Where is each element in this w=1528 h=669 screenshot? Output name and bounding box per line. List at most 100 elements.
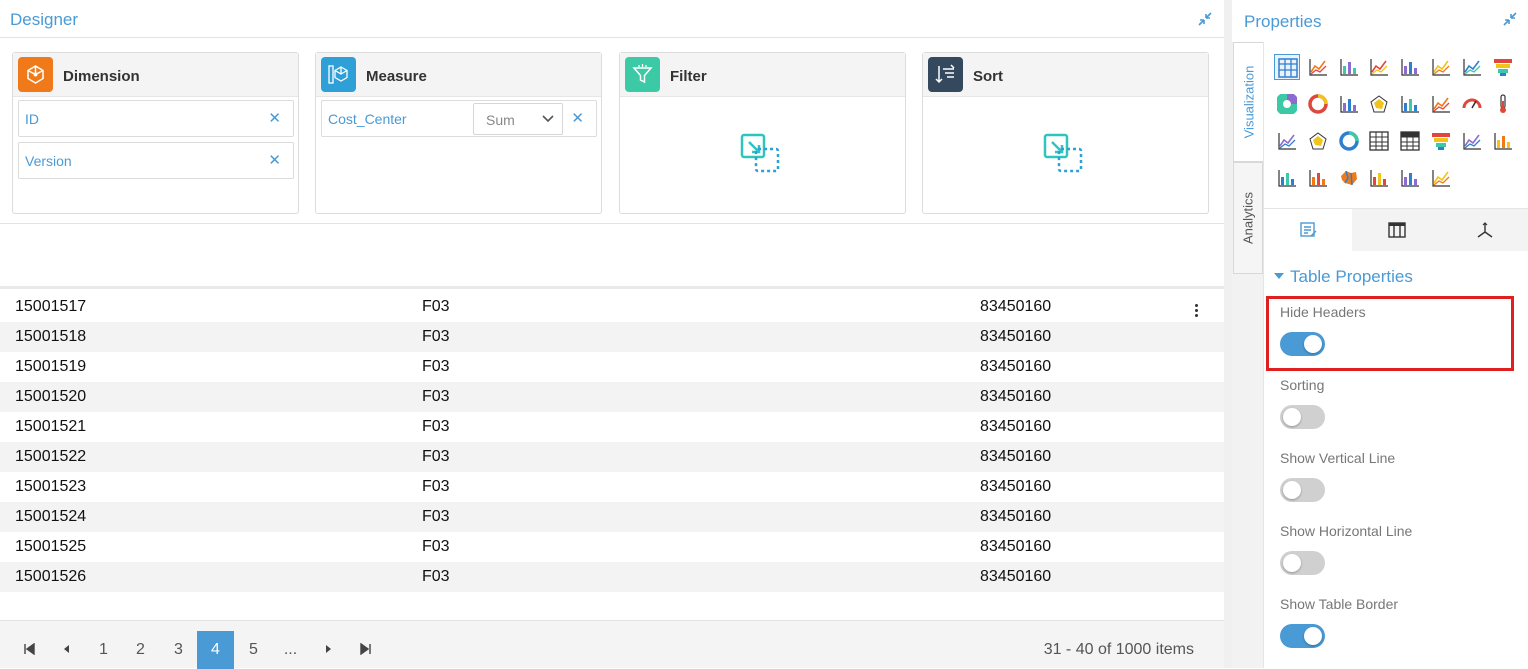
tab-column-properties[interactable] — [1352, 209, 1440, 252]
line-small-chart-icon[interactable] — [1274, 128, 1300, 154]
toggle-switch[interactable] — [1280, 405, 1325, 429]
page-2[interactable]: 2 — [122, 631, 159, 669]
table-chart-icon[interactable] — [1274, 54, 1300, 80]
toggle-knob — [1283, 481, 1301, 499]
table-row[interactable]: 15001525 F03 83450160 — [0, 532, 1224, 562]
toggle-switch[interactable] — [1280, 551, 1325, 575]
radar-alt-chart-icon[interactable] — [1305, 128, 1331, 154]
first-page-icon[interactable] — [10, 631, 47, 669]
table-row[interactable]: 15001520 F03 83450160 — [0, 382, 1224, 412]
table-row[interactable]: 15001522 F03 83450160 — [0, 442, 1224, 472]
table-cell: F03 — [422, 298, 450, 315]
table-cell: 83450160 — [980, 388, 1052, 405]
properties-panel: Properties Visualization Analytics Table… — [1232, 0, 1528, 668]
property-label: Show Vertical Line — [1280, 450, 1396, 466]
map-chart-icon[interactable] — [1336, 165, 1362, 191]
table-cell: F03 — [422, 538, 450, 555]
page-3[interactable]: 3 — [160, 631, 197, 669]
dimension-chip-version[interactable]: Version ✕ — [18, 142, 294, 179]
table-row[interactable]: 15001523 F03 83450160 — [0, 472, 1224, 502]
remove-icon[interactable]: ✕ — [268, 151, 281, 169]
heatmap-chart-icon[interactable] — [1397, 165, 1423, 191]
line-area-chart-icon[interactable] — [1428, 54, 1454, 80]
dimension-icon — [18, 57, 53, 92]
page-4[interactable]: 4 — [197, 631, 234, 669]
table-row[interactable]: 15001526 F03 83450160 — [0, 562, 1224, 592]
next-page-icon[interactable] — [310, 631, 347, 669]
thermometer-chart-icon[interactable] — [1490, 91, 1516, 117]
collapse-icon[interactable] — [1502, 11, 1518, 27]
grid-table-chart-icon[interactable] — [1366, 128, 1392, 154]
table-columns-icon — [1388, 222, 1406, 238]
table-row[interactable]: 15001521 F03 83450160 — [0, 412, 1224, 442]
scatter-line-chart-icon[interactable] — [1459, 54, 1485, 80]
bar-line-alt-chart-icon[interactable] — [1459, 128, 1485, 154]
treemap-chart-icon[interactable] — [1274, 165, 1300, 191]
table-row[interactable]: 15001517 F03 83450160 — [0, 292, 1224, 322]
bubble-chart-icon[interactable] — [1366, 165, 1392, 191]
toggle-switch[interactable] — [1280, 478, 1325, 502]
table-cell: F03 — [422, 568, 450, 585]
table-cell: F03 — [422, 328, 450, 345]
gauge-chart-icon[interactable] — [1459, 91, 1485, 117]
pyramid-chart-icon[interactable] — [1428, 128, 1454, 154]
page-5[interactable]: 5 — [235, 631, 272, 669]
stacked-bar-h-chart-icon[interactable] — [1397, 91, 1423, 117]
page-1[interactable]: 1 — [85, 631, 122, 669]
pie-chart-icon[interactable] — [1274, 91, 1300, 117]
bar-horizontal-chart-icon[interactable] — [1336, 54, 1362, 80]
chevron-down-icon — [542, 115, 554, 123]
table-properties-header[interactable]: Table Properties — [1274, 267, 1413, 287]
remove-icon[interactable]: ✕ — [571, 109, 584, 127]
last-page-icon[interactable] — [347, 631, 384, 669]
table-cell: 83450160 — [980, 508, 1052, 525]
property-label: Sorting — [1280, 377, 1325, 393]
line-multi-chart-icon[interactable] — [1428, 165, 1454, 191]
property-show-table-border: Show Table Border — [1280, 596, 1398, 648]
ring-chart-icon[interactable] — [1336, 128, 1362, 154]
collapse-icon[interactable] — [1197, 11, 1213, 27]
tab-general-properties[interactable] — [1264, 209, 1352, 252]
tab-analytics[interactable]: Analytics — [1233, 162, 1263, 274]
candlestick-chart-icon[interactable] — [1305, 165, 1331, 191]
table-cell: F03 — [422, 478, 450, 495]
remove-icon[interactable]: ✕ — [268, 109, 281, 127]
property-show-vertical-line: Show Vertical Line — [1280, 450, 1395, 502]
prev-page-icon[interactable] — [47, 631, 84, 669]
more-vertical-icon[interactable] — [1195, 304, 1199, 319]
table-row[interactable]: 15001524 F03 83450160 — [0, 502, 1224, 532]
table-cell: F03 — [422, 418, 450, 435]
funnel-chart-icon[interactable] — [1490, 54, 1516, 80]
tab-visualization[interactable]: Visualization — [1233, 42, 1263, 162]
measure-icon — [321, 57, 356, 92]
splitter[interactable] — [1224, 0, 1232, 668]
aggregation-select[interactable]: Sum — [473, 103, 563, 135]
filter-card: Filter — [619, 52, 906, 214]
pivot-table-chart-icon[interactable] — [1397, 128, 1423, 154]
table-row[interactable]: 15001519 F03 83450160 — [0, 352, 1224, 382]
measure-chip-cost-center[interactable]: Cost_Center Sum ✕ — [321, 100, 597, 137]
table-cell: 83450160 — [980, 478, 1052, 495]
table-cell: 83450160 — [980, 568, 1052, 585]
toggle-switch[interactable] — [1280, 624, 1325, 648]
dimension-chip-id[interactable]: ID ✕ — [18, 100, 294, 137]
bar-line-chart-icon[interactable] — [1305, 54, 1331, 80]
bar-combo-chart-icon[interactable] — [1490, 128, 1516, 154]
donut-chart-icon[interactable] — [1305, 91, 1331, 117]
bar-vertical-chart-icon[interactable] — [1336, 91, 1362, 117]
stacked-bar-chart-icon[interactable] — [1397, 54, 1423, 80]
table-cell: 15001524 — [15, 508, 87, 525]
page-more[interactable]: ... — [272, 631, 309, 669]
toggle-knob — [1283, 408, 1301, 426]
table-row[interactable]: 15001518 F03 83450160 — [0, 322, 1224, 352]
edit-list-icon — [1300, 222, 1317, 237]
table-cell: 83450160 — [980, 298, 1052, 315]
area-chart-icon[interactable] — [1366, 54, 1392, 80]
line-curve-chart-icon[interactable] — [1428, 91, 1454, 117]
properties-title: Properties — [1244, 12, 1322, 31]
axis-icon — [1477, 222, 1493, 238]
vertical-tabs: Visualization Analytics — [1232, 42, 1263, 668]
radar-chart-icon[interactable] — [1366, 91, 1392, 117]
tab-axis-properties[interactable] — [1440, 209, 1528, 252]
designer-title: Designer — [10, 10, 79, 29]
